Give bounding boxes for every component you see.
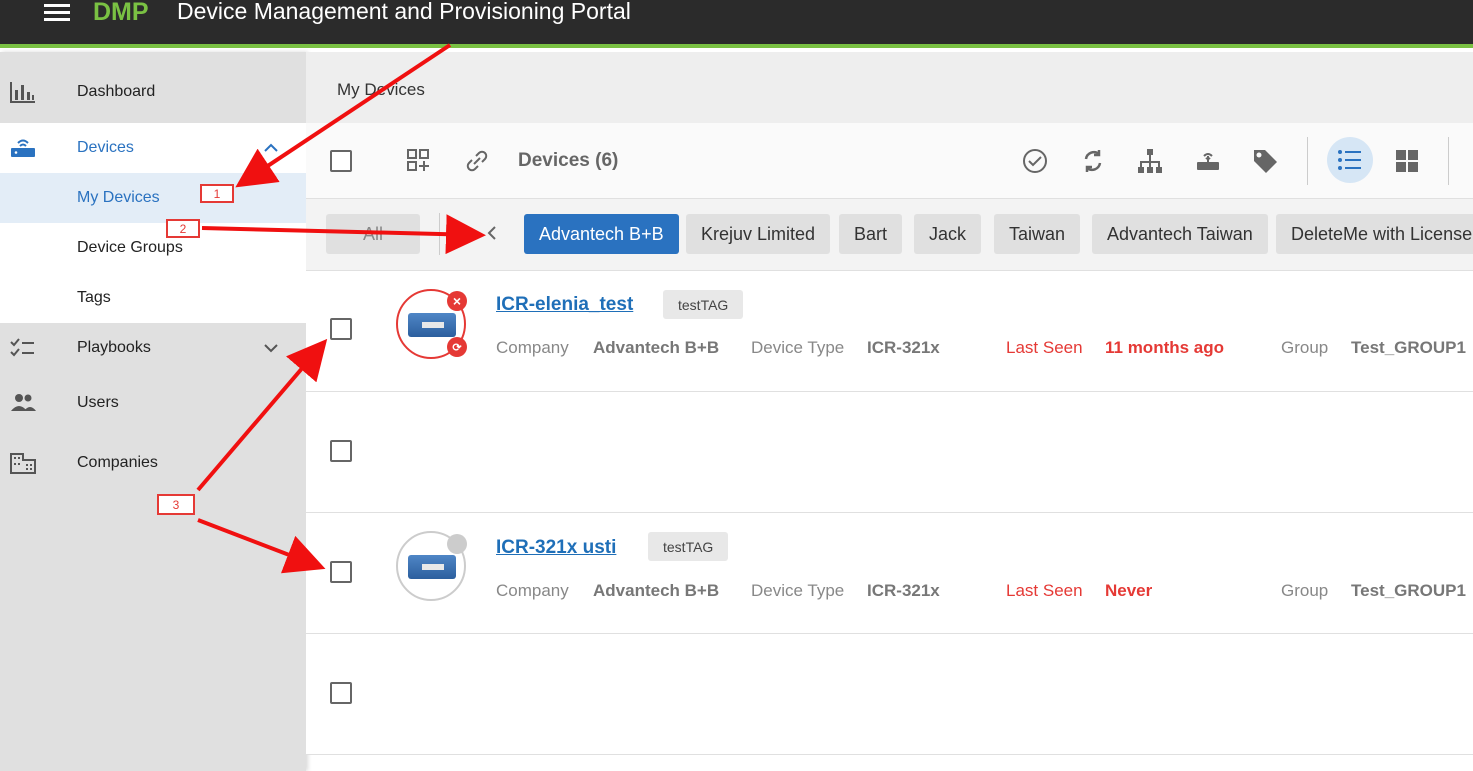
- device-type-label: Device Type: [751, 338, 845, 357]
- chevron-left-icon[interactable]: [482, 223, 502, 243]
- row-checkbox[interactable]: [330, 682, 352, 704]
- filter-chip-jack[interactable]: Jack: [914, 214, 982, 254]
- sidebar: Dashboard Devices My Devices Device Grou…: [0, 52, 306, 771]
- last-seen-label: Last Seen: [1006, 338, 1083, 357]
- sidebar-item-label: My Devices: [77, 189, 160, 206]
- checklist-icon: [10, 338, 34, 357]
- device-type-value: ICR-321x: [867, 338, 940, 357]
- router-icon[interactable]: [1194, 147, 1222, 175]
- building-icon: [10, 453, 36, 474]
- last-seen-value: 11 months ago: [1105, 338, 1225, 357]
- row-checkbox[interactable]: [330, 561, 352, 583]
- device-name-link[interactable]: ICR-elenia_test: [496, 294, 633, 316]
- table-row[interactable]: ICR-321x usti testTAG Company Advantech …: [306, 513, 1473, 634]
- sidebar-item-label: Playbooks: [77, 339, 151, 356]
- check-circle-icon[interactable]: [1021, 147, 1049, 175]
- device-name-link[interactable]: ICR-321x usti: [496, 537, 616, 559]
- top-bar: DMP Device Management and Provisioning P…: [0, 0, 1473, 48]
- sidebar-item-label: Users: [77, 394, 119, 411]
- filter-chip-advantech-bb[interactable]: Advantech B+B: [524, 214, 679, 254]
- group-label: Group: [1281, 338, 1329, 357]
- sidebar-item-label: Dashboard: [77, 83, 156, 100]
- breadcrumb: My Devices: [337, 80, 425, 99]
- table-row[interactable]: × ⟳ ICR-elenia_test testTAG Company Adva…: [306, 271, 1473, 392]
- brand-logo: DMP: [93, 0, 149, 26]
- sidebar-item-label: Devices: [77, 139, 134, 156]
- sync-icon[interactable]: [1079, 147, 1107, 175]
- filter-chip-deleteme[interactable]: DeleteMe with License: [1276, 214, 1473, 254]
- device-image: [408, 313, 456, 337]
- sidebar-item-label: Companies: [77, 454, 158, 471]
- last-seen-label: Last Seen: [1006, 581, 1083, 600]
- device-type-value: ICR-321x: [867, 581, 940, 600]
- grid-view-icon[interactable]: [1393, 147, 1421, 175]
- bar-chart-icon: [10, 82, 35, 103]
- row-checkbox[interactable]: [330, 318, 352, 340]
- toolbar: Devices (6): [306, 123, 1473, 199]
- table-row[interactable]: [306, 392, 1473, 513]
- sidebar-item-label: Device Groups: [77, 239, 183, 256]
- list-icon: [1338, 150, 1361, 170]
- annotation-label-3: 3: [157, 494, 195, 515]
- select-all-checkbox[interactable]: [330, 150, 352, 172]
- breadcrumb-bar: My Devices: [306, 52, 1473, 123]
- users-icon: [11, 394, 36, 411]
- sidebar-item-device-groups[interactable]: Device Groups: [0, 223, 306, 273]
- sidebar-item-devices[interactable]: Devices: [0, 123, 306, 173]
- device-type-label: Device Type: [751, 581, 845, 600]
- table-row[interactable]: [306, 634, 1473, 755]
- devices-count: Devices (6): [518, 150, 619, 171]
- company-value: Advantech B+B: [593, 338, 720, 357]
- annotation-label-2: 2: [166, 219, 200, 238]
- device-tag[interactable]: testTAG: [663, 290, 744, 319]
- hierarchy-icon[interactable]: [1136, 147, 1164, 175]
- device-tag[interactable]: testTAG: [648, 532, 729, 561]
- sidebar-item-users[interactable]: Users: [0, 378, 306, 428]
- list-view-button[interactable]: [1327, 137, 1373, 183]
- app-title: Device Management and Provisioning Porta…: [177, 0, 631, 24]
- sidebar-item-tags[interactable]: Tags: [0, 273, 306, 323]
- link-icon[interactable]: [463, 147, 491, 175]
- sync-error-icon: ⟳: [447, 337, 467, 357]
- company-label: Company: [496, 581, 569, 600]
- last-seen-value: Never: [1105, 581, 1153, 600]
- menu-icon[interactable]: [44, 4, 70, 24]
- filter-chip-all[interactable]: All: [326, 214, 420, 254]
- filter-chip-taiwan[interactable]: Taiwan: [994, 214, 1081, 254]
- sidebar-item-dashboard[interactable]: Dashboard: [0, 66, 306, 118]
- router-icon: [11, 139, 35, 157]
- sidebar-item-playbooks[interactable]: Playbooks: [0, 323, 306, 373]
- filter-chip-bart[interactable]: Bart: [839, 214, 903, 254]
- group-value: Test_GROUP1: [1351, 338, 1466, 357]
- group-label: Group: [1281, 581, 1329, 600]
- filter-chip-advantech-taiwan[interactable]: Advantech Taiwan: [1092, 214, 1268, 254]
- filter-chip-krejuv-limited[interactable]: Krejuv Limited: [686, 214, 831, 254]
- device-image: [408, 555, 456, 579]
- error-icon: ×: [447, 291, 467, 311]
- status-offline-icon: [447, 534, 467, 554]
- add-grid-icon[interactable]: [405, 147, 433, 175]
- company-label: Company: [496, 338, 569, 357]
- chevron-up-icon[interactable]: [262, 139, 280, 157]
- company-filter-bar: All Advantech B+B Krejuv Limited Bart Ja…: [306, 199, 1473, 271]
- sidebar-item-companies[interactable]: Companies: [0, 438, 306, 488]
- group-value: Test_GROUP1: [1351, 581, 1466, 600]
- annotation-label-1: 1: [200, 184, 234, 203]
- sidebar-item-my-devices[interactable]: My Devices: [0, 173, 306, 223]
- tag-icon[interactable]: [1251, 147, 1279, 175]
- company-value: Advantech B+B: [593, 581, 720, 600]
- row-checkbox[interactable]: [330, 440, 352, 462]
- sidebar-item-label: Tags: [77, 289, 111, 306]
- chevron-down-icon[interactable]: [262, 339, 280, 357]
